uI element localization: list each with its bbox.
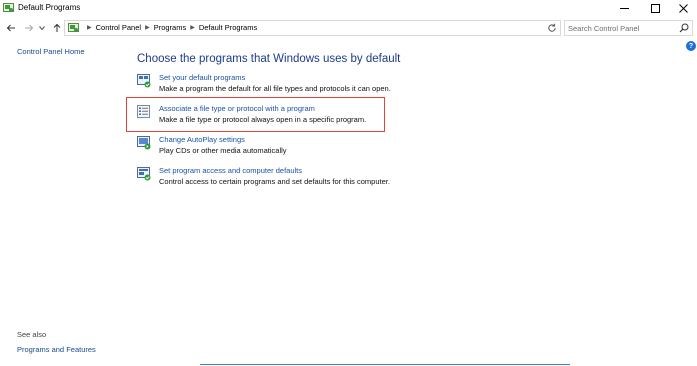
search-input[interactable] (568, 22, 676, 34)
task-description: Make a program the default for all file … (159, 84, 391, 93)
close-button[interactable] (669, 0, 697, 17)
refresh-icon (548, 23, 556, 32)
arrow-left-icon (6, 24, 15, 32)
close-icon (678, 4, 688, 13)
search-box[interactable] (564, 20, 693, 36)
address-bar[interactable]: ▶ Control Panel ▶ Programs ▶ Default Pro… (64, 20, 607, 36)
control-panel-home-link[interactable]: Control Panel Home (17, 47, 85, 56)
task-change-autoplay: Change AutoPlay settings Play CDs or oth… (137, 135, 437, 163)
help-button[interactable]: ? (686, 41, 696, 51)
task-program-access: Set program access and computer defaults… (137, 166, 437, 194)
divider (200, 364, 570, 365)
task-description: Control access to certain programs and s… (159, 177, 390, 186)
task-description: Play CDs or other media automatically (159, 146, 287, 155)
up-button[interactable] (50, 21, 64, 35)
maximize-icon (650, 4, 660, 13)
back-button[interactable] (4, 21, 18, 35)
chevron-right-icon[interactable]: ▶ (190, 24, 195, 31)
forward-button[interactable] (22, 21, 36, 35)
associate-file-type-link[interactable]: Associate a file type or protocol with a… (159, 104, 315, 113)
program-access-link[interactable]: Set program access and computer defaults (159, 166, 302, 175)
file-association-icon (137, 105, 150, 118)
breadcrumb-programs[interactable]: Programs (154, 23, 187, 32)
see-also-heading: See also (17, 330, 47, 339)
refresh-button[interactable] (545, 21, 559, 35)
recent-locations-button[interactable] (37, 21, 47, 35)
minimize-icon (619, 8, 629, 9)
breadcrumb-control-panel[interactable]: Control Panel (96, 23, 141, 32)
task-description: Make a file type or protocol always open… (159, 115, 367, 124)
program-access-icon (137, 167, 151, 181)
navigation-bar: ▶ Control Panel ▶ Programs ▶ Default Pro… (0, 17, 697, 39)
change-autoplay-link[interactable]: Change AutoPlay settings (159, 135, 245, 144)
default-programs-icon (137, 74, 151, 88)
set-default-programs-link[interactable]: Set your default programs (159, 73, 245, 82)
chevron-right-icon[interactable]: ▶ (145, 24, 150, 31)
search-icon[interactable] (679, 23, 689, 33)
autoplay-icon (137, 136, 151, 150)
chevron-right-icon: ▶ (87, 25, 92, 31)
window-title: Default Programs (18, 3, 81, 12)
control-panel-icon (3, 3, 14, 12)
programs-and-features-link[interactable]: Programs and Features (17, 345, 96, 354)
arrow-right-icon (25, 24, 34, 32)
breadcrumb: ▶ Control Panel ▶ Programs ▶ Default Pro… (83, 23, 257, 32)
task-associate-file-type: Associate a file type or protocol with a… (137, 104, 437, 132)
chevron-down-icon (39, 26, 45, 31)
maximize-button[interactable] (641, 0, 669, 17)
title-bar: Default Programs (0, 0, 697, 17)
breadcrumb-default-programs[interactable]: Default Programs (199, 23, 257, 32)
minimize-button[interactable] (610, 0, 638, 17)
page-title: Choose the programs that Windows uses by… (137, 53, 401, 65)
control-panel-icon (68, 23, 79, 32)
arrow-up-icon (53, 23, 61, 32)
